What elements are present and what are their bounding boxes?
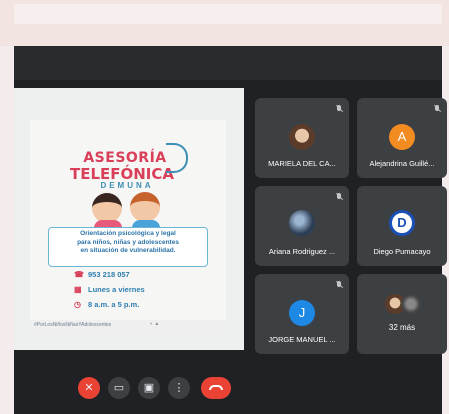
phone-icon: ☎: [74, 270, 84, 279]
poster-description-banner: Orientación psicológica y legal para niñ…: [48, 227, 208, 267]
participant-name: JORGE MANUEL ...: [268, 335, 336, 344]
description-line: Orientación psicológica y legal: [80, 230, 176, 237]
mic-off-icon: [434, 105, 440, 113]
boy-illustration: [130, 192, 160, 222]
browser-top-strip: [0, 0, 449, 46]
description-line: en situación de vulnerabilidad.: [80, 247, 176, 254]
participant-tile[interactable]: J JORGE MANUEL ...: [255, 274, 349, 354]
participant-name: MARIELA DEL CA...: [268, 159, 336, 168]
avatar: A: [389, 124, 415, 150]
mic-off-icon: [336, 193, 342, 201]
participant-tile[interactable]: Ariana Rodriguez ...: [255, 186, 349, 266]
hang-up-icon[interactable]: [201, 377, 231, 399]
avatar: [289, 124, 315, 150]
participant-name: Ariana Rodriguez ...: [268, 247, 336, 256]
poster-hashtag: #PorLosNiñosNiñasYAdolescentes: [34, 322, 112, 328]
browser-tab-area: [14, 4, 442, 24]
avatar: J: [289, 300, 315, 326]
description-line: para niños, niñas y adolescentes: [77, 238, 179, 246]
more-participants-tile[interactable]: 32 más: [357, 274, 447, 354]
participant-name: Alejandrina Guillé...: [369, 159, 435, 168]
girl-illustration: [92, 193, 122, 223]
participant-tile[interactable]: MARIELA DEL CA...: [255, 98, 349, 178]
participant-tile[interactable]: D Diego Pumacayo: [357, 186, 447, 266]
more-vert-icon[interactable]: ⋮: [168, 377, 190, 399]
clock-icon: ◷: [74, 300, 81, 309]
participant-tile[interactable]: A Alejandrina Guillé...: [357, 98, 447, 178]
avatar: [289, 210, 315, 236]
participant-name: Diego Pumacayo: [373, 247, 431, 256]
phone-text: 953 218 057: [88, 270, 130, 279]
avatar: D: [389, 210, 415, 236]
avatar: [401, 294, 421, 314]
poster-logos: ◐ ▲: [150, 321, 160, 327]
mic-off-icon: [336, 105, 342, 113]
days-text: Lunes a viernes: [88, 285, 145, 294]
poster-title-line3: DEMUNA: [100, 181, 154, 190]
present-icon[interactable]: ▣: [138, 377, 160, 399]
meet-top-bar: [14, 46, 442, 80]
poster-days: ▦ Lunes a viernes: [74, 285, 208, 294]
camera-icon[interactable]: ▭: [108, 377, 130, 399]
more-count: 32 más: [388, 323, 416, 332]
poster-hours: ◷ 8 a.m. a 5 p.m.: [74, 300, 208, 309]
mic-off-icon[interactable]: ✕: [78, 377, 100, 399]
poster-phone: ☎ 953 218 057: [74, 270, 208, 279]
hours-text: 8 a.m. a 5 p.m.: [88, 300, 140, 309]
calendar-icon: ▦: [74, 285, 82, 294]
mic-off-icon: [336, 281, 342, 289]
